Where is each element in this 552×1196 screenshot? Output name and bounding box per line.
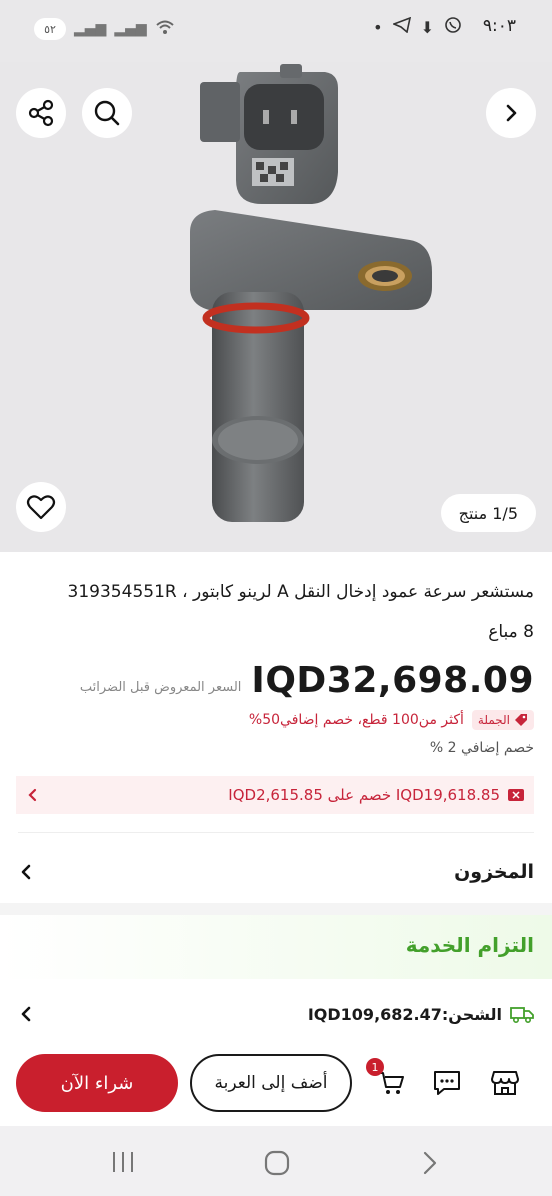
product-gallery[interactable]: 1/5 منتج xyxy=(0,62,552,552)
action-bar: شراء الآن أضف إلى العربة 1 xyxy=(0,1040,552,1126)
product-title-block: مستشعر سرعة عمود إدخال النقل A لرينو كاب… xyxy=(14,572,534,652)
product-image xyxy=(190,64,432,522)
share-icon xyxy=(28,99,54,127)
image-counter: 1/5 منتج xyxy=(440,494,536,532)
signal-2-icon: ▂▄▆ xyxy=(114,21,147,37)
system-nav-bar xyxy=(0,1126,552,1196)
telegram-icon xyxy=(391,16,411,37)
buy-now-button[interactable]: شراء الآن xyxy=(16,1054,178,1112)
share-button[interactable] xyxy=(16,88,66,138)
service-title: التزام الخدمة xyxy=(405,933,534,957)
chevron-right-icon xyxy=(506,104,517,122)
coupon-icon xyxy=(508,789,524,801)
stock-label: المخزون xyxy=(454,861,534,883)
status-right: • ⬇ xyxy=(373,16,462,38)
shipping-text: الشحن:IQD109,682.47 xyxy=(307,1004,502,1024)
chat-button[interactable] xyxy=(428,1064,466,1102)
promo-text: IQD19,618.85 خصم على IQD2,615.85 xyxy=(228,786,500,804)
cart-count-badge: 1 xyxy=(366,1058,384,1076)
back-nav-icon[interactable] xyxy=(420,1150,440,1176)
price-note: السعر المعروض قبل الضرائب xyxy=(79,680,242,695)
signal-icon: ▂▄▆ xyxy=(74,21,107,37)
search-icon xyxy=(94,100,120,126)
extra-discount: خصم إضافي 2 % xyxy=(429,740,534,756)
add-to-cart-button[interactable]: أضف إلى العربة xyxy=(190,1054,352,1112)
shipping-info: الشحن:IQD109,682.47 xyxy=(308,1004,534,1024)
product-info: مستشعر سرعة عمود إدخال النقل A لرينو كاب… xyxy=(0,552,552,907)
shipping-row[interactable]: الشحن:IQD109,682.47 xyxy=(18,989,534,1039)
battery-icon: ٥٢ xyxy=(34,18,66,40)
stock-row[interactable]: المخزون xyxy=(18,850,534,894)
store-button[interactable] xyxy=(486,1064,524,1102)
wholesale-row: الجملة أكثر من100 قطع، خصم إضافي50% xyxy=(249,710,534,730)
product-title: مستشعر سرعة عمود إدخال النقل A لرينو كاب… xyxy=(67,582,534,602)
chevron-left-icon xyxy=(21,864,31,880)
battery-level: ٥٢ xyxy=(44,22,56,36)
promo-banner[interactable]: IQD19,618.85 خصم على IQD2,615.85 xyxy=(16,776,534,814)
wifi-icon xyxy=(155,19,175,39)
truck-icon xyxy=(510,1007,534,1024)
price-row: IQD32,698.09 السعر المعروض قبل الضرائب xyxy=(80,660,534,701)
chevron-left-icon xyxy=(28,788,37,802)
tag-icon xyxy=(515,714,527,726)
dot-icon: • xyxy=(373,17,383,37)
favorite-button[interactable] xyxy=(16,482,66,532)
heart-icon xyxy=(26,495,56,520)
whatsapp-icon xyxy=(444,16,462,38)
chevron-left-icon xyxy=(21,1006,31,1022)
chat-icon xyxy=(434,1071,460,1095)
section-separator xyxy=(0,903,552,915)
download-icon: ⬇ xyxy=(420,17,434,37)
wholesale-text: أكثر من100 قطع، خصم إضافي50% xyxy=(248,712,464,728)
price: IQD32,698.09 xyxy=(251,660,534,701)
wholesale-badge-label: الجملة xyxy=(477,713,510,727)
status-left: ٥٢ ▂▄▆ ▂▄▆ xyxy=(34,18,175,40)
wholesale-badge: الجملة xyxy=(471,710,534,730)
search-button[interactable] xyxy=(82,88,132,138)
status-bar: ٥٢ ▂▄▆ ▂▄▆ • ⬇ ٩:٠٣ xyxy=(0,0,552,62)
sold-count: 8 مباع xyxy=(488,622,534,642)
cart-button[interactable]: 1 xyxy=(366,1058,410,1102)
divider xyxy=(18,832,534,833)
store-icon xyxy=(491,1071,519,1095)
status-time: ٩:٠٣ xyxy=(482,16,516,36)
cart-icon xyxy=(379,1072,404,1094)
back-button[interactable] xyxy=(486,88,536,138)
recent-apps-icon[interactable] xyxy=(110,1150,136,1174)
service-commitment: التزام الخدمة xyxy=(0,915,552,979)
home-icon[interactable] xyxy=(264,1150,290,1176)
